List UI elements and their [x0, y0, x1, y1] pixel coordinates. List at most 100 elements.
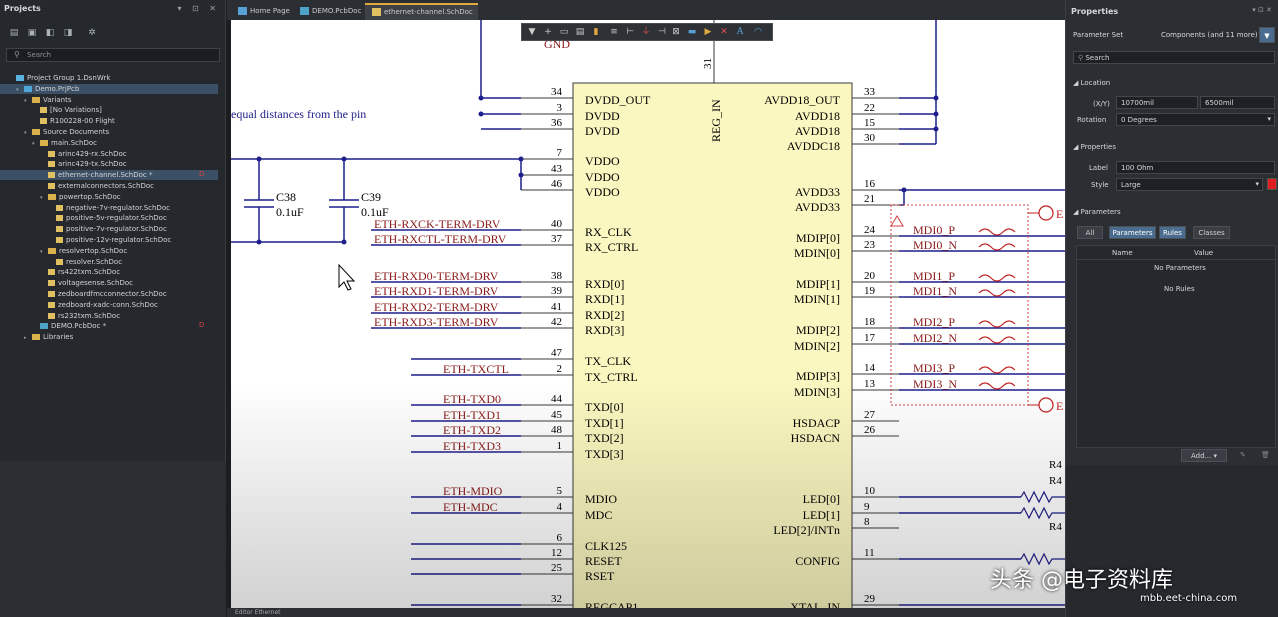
tree-item[interactable]: positive-5v-regulator.SchDoc [48, 213, 167, 223]
expand-arrow-icon[interactable]: ▾ [40, 247, 48, 257]
parameters-table: Name Value No Parameters No Rules [1076, 245, 1276, 448]
rotation-select[interactable]: 0 Degrees ▾ [1116, 113, 1275, 126]
pin-name: HSDACP [793, 416, 841, 430]
pin-number: 36 [551, 117, 563, 129]
schematic-drawing[interactable]: GND31REG_INequal distances from the pin3… [231, 20, 1065, 608]
directive-triangle [890, 215, 904, 227]
tree-item[interactable]: R100228-00 Flight [32, 116, 115, 126]
filter-parameters-button[interactable]: Parameters [1109, 226, 1156, 239]
expand-arrow-icon[interactable]: ▾ [40, 193, 48, 203]
tree-item[interactable]: externalconnectors.SchDoc [40, 181, 154, 191]
tree-item[interactable]: ▾ Demo.PrjPcb [0, 83, 218, 95]
port-icon[interactable]: ▶ [702, 27, 714, 38]
projects-search-input[interactable]: ⚲ Search [6, 48, 220, 62]
differential-pair-marker [978, 366, 1016, 374]
properties-search-input[interactable]: ⚲ Search [1073, 51, 1275, 64]
align-icon[interactable]: ▤ [574, 27, 586, 38]
tab-ethernet-channel-schdoc[interactable]: ethernet-channel.SchDoc * [365, 3, 478, 30]
folder-icon[interactable]: ◧ [44, 28, 56, 42]
pin-name: MDIN[1] [794, 292, 840, 306]
wire-icon[interactable]: ≡ [608, 27, 620, 38]
tree-item[interactable]: voltagesense.SchDoc [40, 278, 133, 288]
tree-item[interactable]: ▾ Variants [24, 95, 71, 105]
junction [518, 172, 524, 178]
pin-number: 6 [557, 532, 563, 544]
folder-open-icon[interactable]: ◨ [62, 28, 74, 42]
add-button[interactable]: Add... ▾ [1181, 449, 1227, 462]
tree-item[interactable]: rs422txm.SchDoc [40, 267, 120, 277]
filter-all-button[interactable]: All [1077, 226, 1103, 239]
tree-item[interactable]: arinc429-rx.SchDoc [40, 149, 127, 159]
tree-item[interactable]: Project Group 1.DsnWrk [8, 73, 110, 83]
gear-icon[interactable]: ✲ [86, 28, 98, 42]
panel-controls[interactable]: ▾ ⊡ ✕ [177, 4, 220, 13]
tree-item[interactable]: ▾ Source Documents [24, 127, 109, 137]
expand-arrow-icon[interactable]: ▾ [24, 96, 32, 106]
pin-name: MDIP[3] [796, 369, 840, 383]
tab-demo-pcbdoc[interactable]: DEMO.PcbDoc * [293, 3, 363, 32]
tree-item[interactable]: resolver.SchDoc [48, 257, 122, 267]
x-field[interactable]: 10700mil [1116, 96, 1198, 109]
tree-item[interactable]: ethernet-channel.SchDoc * [0, 170, 218, 181]
tree-item[interactable]: negative-7v-regulator.SchDoc [48, 203, 170, 213]
tree-item[interactable]: ▾ resolvertop.SchDoc [40, 246, 127, 256]
pin-number: 9 [864, 501, 870, 513]
net-label: MDI0_N [913, 238, 957, 252]
expand-arrow-icon[interactable]: ▾ [24, 128, 32, 138]
tree-item[interactable]: [No Variations] [32, 105, 102, 115]
tree-item[interactable]: zedboardfmcconnector.SchDoc [40, 289, 167, 299]
directive-icon[interactable]: ✕ [718, 27, 730, 38]
net-label-icon[interactable]: ⊣ [656, 27, 668, 38]
sheet-symbol-icon[interactable]: ▬ [686, 27, 698, 38]
part-icon[interactable]: ▮ [590, 27, 602, 38]
tree-item[interactable]: ▸ Libraries [24, 332, 73, 342]
filter-rules-button[interactable]: Rules [1159, 226, 1186, 239]
schematic-canvas[interactable]: GND 31 REG_IN equal distances from the pin 3… [231, 20, 1065, 608]
bus-icon[interactable]: ⊢ [624, 27, 636, 38]
tree-item-label: voltagesense.SchDoc [58, 279, 133, 288]
tree-item[interactable]: rs232txm.SchDoc [40, 311, 120, 321]
filter-classes-button[interactable]: Classes [1193, 226, 1230, 239]
expand-arrow-icon[interactable]: ▸ [24, 333, 32, 343]
bottom-tabs[interactable]: Editor Ethernet [227, 608, 1065, 617]
panel-controls-icon[interactable]: ▾ ⊡ ✕ [1252, 6, 1272, 14]
tree-item[interactable]: zedboard-xadc-conn.SchDoc [40, 300, 158, 310]
move-icon[interactable]: + [542, 27, 554, 38]
tab-home-page[interactable]: Home Page [231, 3, 291, 20]
filter-button-icon[interactable]: ▼ [1259, 27, 1275, 43]
expand-arrow-icon[interactable]: ▾ [16, 85, 24, 95]
label-field[interactable]: 100 Ohm [1116, 161, 1275, 174]
tree-item[interactable]: DEMO.PcbDoc * [32, 321, 106, 331]
differential-pair-marker [978, 228, 1016, 236]
tree-item[interactable]: positive-12v-regulator.SchDoc [48, 235, 171, 245]
save-icon[interactable]: ▤ [8, 28, 20, 42]
tree-item[interactable]: positive-7v-regulator.SchDoc [48, 224, 167, 234]
schematic-note: equal distances from the pin [231, 107, 366, 121]
style-select[interactable]: Large ▾ [1116, 178, 1263, 191]
open-project-icon[interactable]: ▣ [26, 28, 38, 42]
arc-icon[interactable]: ◠ [752, 27, 764, 38]
y-field[interactable]: 6500mil [1200, 96, 1275, 109]
location-header[interactable]: ◢ Location [1073, 79, 1110, 87]
filter-icon[interactable]: ▼ [526, 27, 538, 38]
differential-pair-marker [978, 320, 1016, 328]
text-icon[interactable]: A [734, 27, 746, 38]
junction [933, 95, 939, 101]
parameter-set-value[interactable]: Components (and 11 more) [1161, 31, 1258, 39]
tree-item[interactable]: ▾ main.SchDoc [32, 138, 97, 148]
pcb-document-icon [40, 323, 48, 330]
properties-header[interactable]: ◢ Properties [1073, 143, 1116, 151]
select-icon[interactable]: ▭ [558, 27, 570, 38]
power-port-icon[interactable]: ⏚ [640, 27, 652, 38]
delete-icon[interactable]: 🗑 [1261, 451, 1270, 459]
schematic-icon [372, 8, 381, 16]
style-color-swatch[interactable] [1267, 178, 1277, 190]
pin-number: 23 [864, 239, 876, 251]
tree-item[interactable]: ▾ powertop.SchDoc [40, 192, 121, 202]
harness-icon[interactable]: ⊠ [670, 27, 682, 38]
parameters-header[interactable]: ◢ Parameters [1073, 208, 1121, 216]
pin-name: TXD[3] [585, 447, 624, 461]
tree-item[interactable]: arinc429-tx.SchDoc [40, 159, 127, 169]
edit-icon[interactable]: ✎ [1240, 451, 1246, 459]
expand-arrow-icon[interactable]: ▾ [32, 139, 40, 149]
